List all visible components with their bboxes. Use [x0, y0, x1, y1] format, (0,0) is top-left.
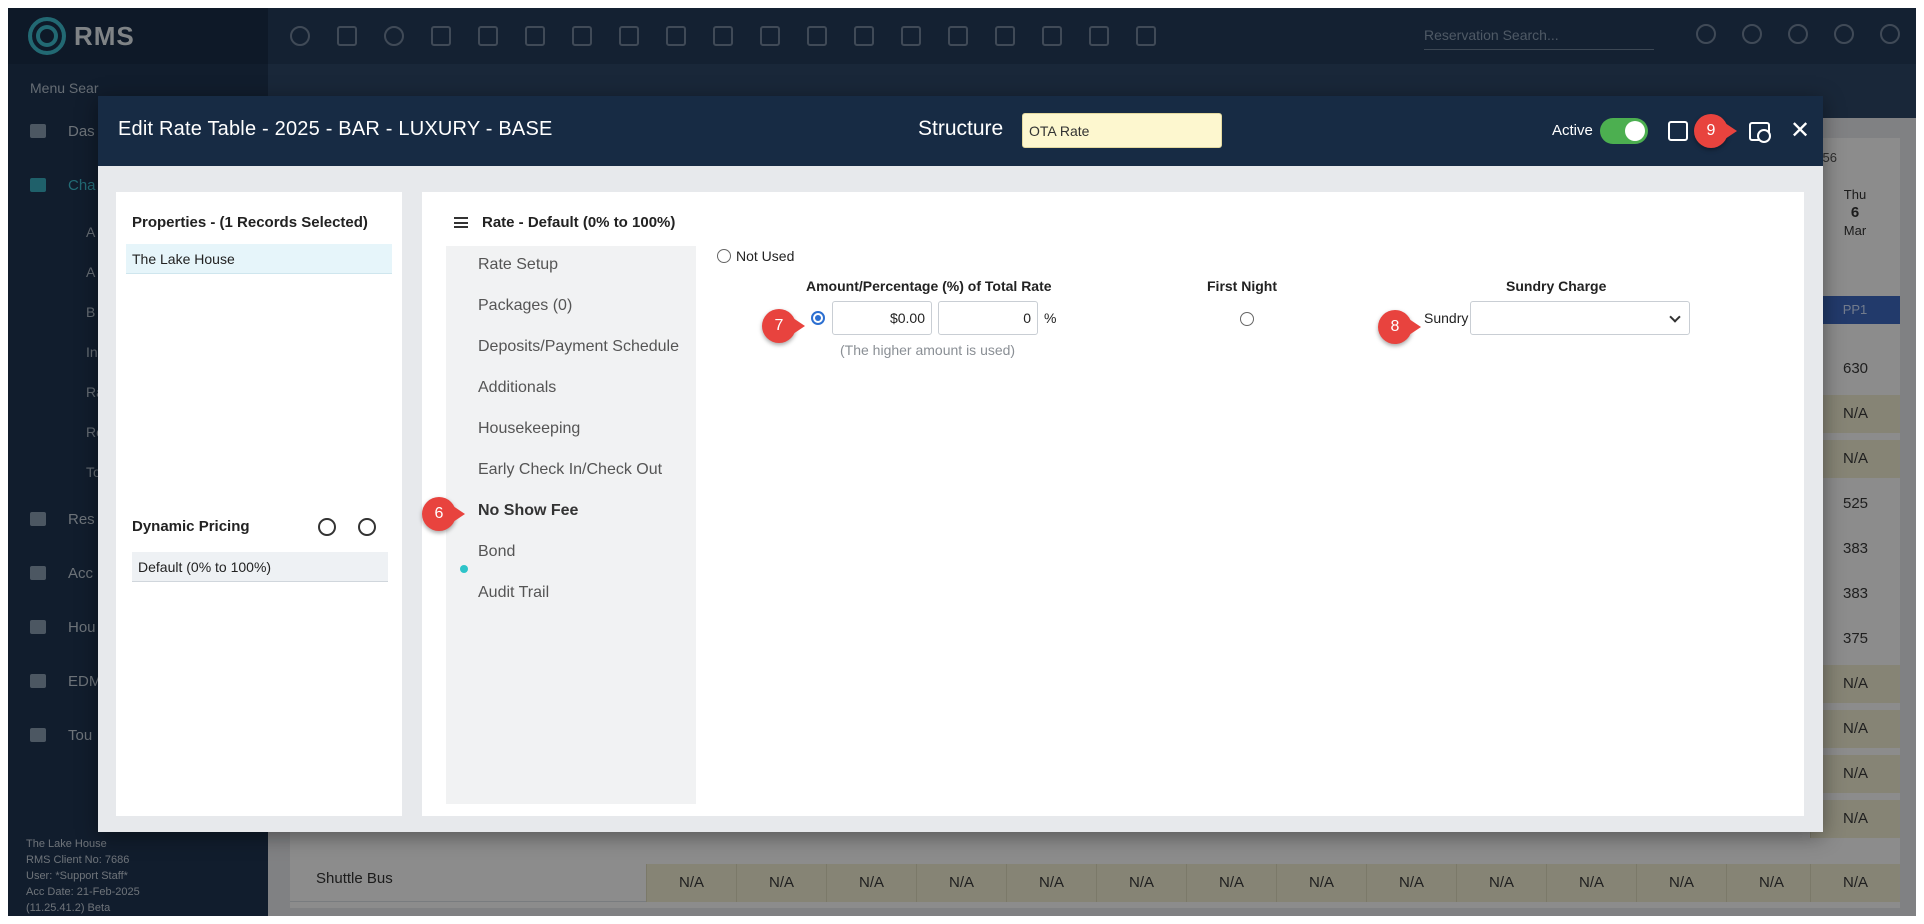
nav-item-no-show-fee[interactable]: No Show Fee [478, 502, 688, 520]
structure-label: Structure [918, 117, 1004, 140]
step-badge: 6 [422, 497, 465, 531]
higher-amount-hint: (The higher amount is used) [840, 342, 1016, 358]
active-nav-indicator [460, 565, 468, 573]
rate-content-panel: Rate - Default (0% to 100%) Rate Setup P… [422, 192, 1804, 816]
close-icon[interactable]: ✕ [1788, 119, 1812, 143]
property-item[interactable]: The Lake House [126, 244, 392, 274]
menu-icon[interactable] [454, 217, 468, 228]
nav-item-housekeeping[interactable]: Housekeeping [478, 420, 688, 438]
nav-item-bond[interactable]: Bond [478, 543, 688, 561]
first-night-radio[interactable] [1240, 312, 1254, 326]
rate-nav: Rate Setup Packages (0) Deposits/Payment… [446, 246, 696, 804]
edit-rate-table-modal: Edit Rate Table - 2025 - BAR - LUXURY - … [98, 96, 1823, 832]
amount-header: Amount/Percentage (%) of Total Rate [806, 278, 1052, 294]
amount-radio[interactable] [811, 311, 825, 325]
nav-item-deposits[interactable]: Deposits/Payment Schedule [478, 338, 688, 356]
percentage-input[interactable] [938, 301, 1038, 335]
dynamic-pricing-item[interactable]: Default (0% to 100%) [132, 552, 388, 582]
structure-input[interactable] [1022, 113, 1222, 148]
properties-title: Properties - (1 Records Selected) [132, 214, 368, 231]
step-badge: 7 [762, 309, 805, 343]
app-frame: RMS Menu Sear Das Cha A A B In Ra Re Li … [8, 8, 1916, 916]
not-used-radio[interactable] [717, 249, 731, 263]
rate-title-text: Rate - Default (0% to 100%) [482, 214, 676, 231]
properties-panel: Properties - (1 Records Selected) The La… [116, 192, 402, 816]
rate-title[interactable]: Rate - Default (0% to 100%) [454, 214, 675, 231]
sundry-label: Sundry [1424, 310, 1469, 326]
nav-item-rate-setup[interactable]: Rate Setup [478, 256, 688, 274]
step-badge: 9 [1694, 114, 1737, 148]
dynamic-pricing-title: Dynamic Pricing [132, 518, 250, 535]
sundry-select[interactable] [1470, 301, 1690, 335]
step-badge: 8 [1378, 310, 1421, 344]
modal-title: Edit Rate Table - 2025 - BAR - LUXURY - … [118, 118, 553, 140]
save-icon[interactable] [1666, 119, 1690, 143]
amount-input[interactable] [832, 301, 932, 335]
nav-item-early-check-in[interactable]: Early Check In/Check Out [478, 461, 688, 479]
active-label: Active [1552, 122, 1593, 139]
chevron-down-icon [1669, 311, 1681, 323]
nav-item-packages[interactable]: Packages (0) [478, 297, 688, 315]
alarm-clock-icon[interactable] [358, 518, 376, 536]
percent-sign: % [1044, 310, 1057, 326]
dashboard-gauge-icon[interactable] [318, 518, 336, 536]
save-and-close-icon[interactable] [1747, 119, 1771, 143]
sundry-charge-header: Sundry Charge [1506, 278, 1607, 294]
modal-header: Edit Rate Table - 2025 - BAR - LUXURY - … [98, 96, 1823, 166]
first-night-header: First Night [1207, 278, 1277, 294]
nav-item-audit-trail[interactable]: Audit Trail [478, 584, 688, 602]
nav-item-additionals[interactable]: Additionals [478, 379, 688, 397]
active-toggle[interactable] [1600, 118, 1648, 144]
not-used-label: Not Used [736, 248, 795, 264]
